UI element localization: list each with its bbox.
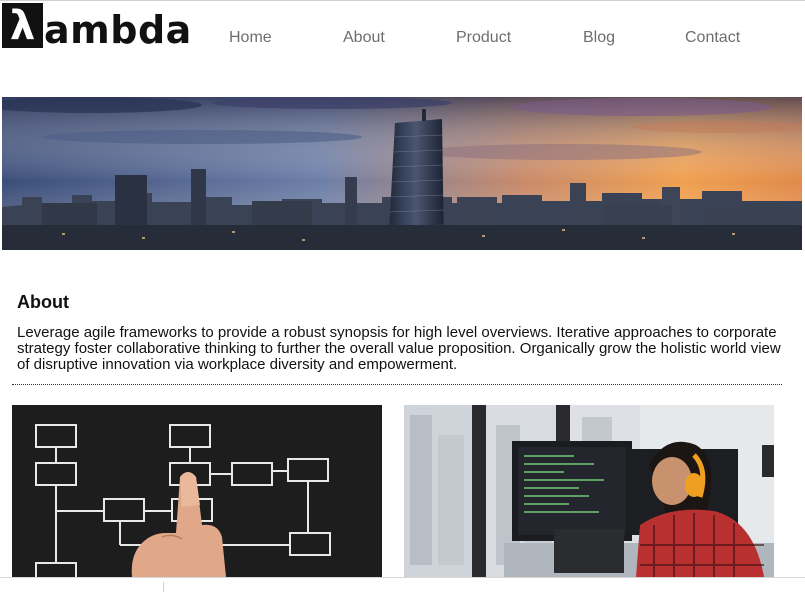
nav-blog[interactable]: Blog bbox=[583, 29, 615, 47]
bottom-edge bbox=[0, 577, 805, 593]
nav-about[interactable]: About bbox=[343, 29, 385, 47]
nav-product[interactable]: Product bbox=[456, 29, 511, 47]
top-border bbox=[0, 0, 805, 1]
nav-home[interactable]: Home bbox=[229, 29, 272, 47]
bottom-divider bbox=[163, 582, 164, 592]
flowchart-hand-image bbox=[12, 405, 382, 577]
hero-skyline-image bbox=[2, 97, 802, 250]
developer-workspace-image bbox=[404, 405, 774, 577]
nav-contact[interactable]: Contact bbox=[685, 29, 740, 47]
main-nav: Home About Product Blog Contact bbox=[0, 29, 805, 49]
about-paragraph: Leverage agile frameworks to provide a r… bbox=[17, 324, 781, 373]
section-divider bbox=[12, 384, 782, 385]
about-heading: About bbox=[17, 292, 69, 312]
